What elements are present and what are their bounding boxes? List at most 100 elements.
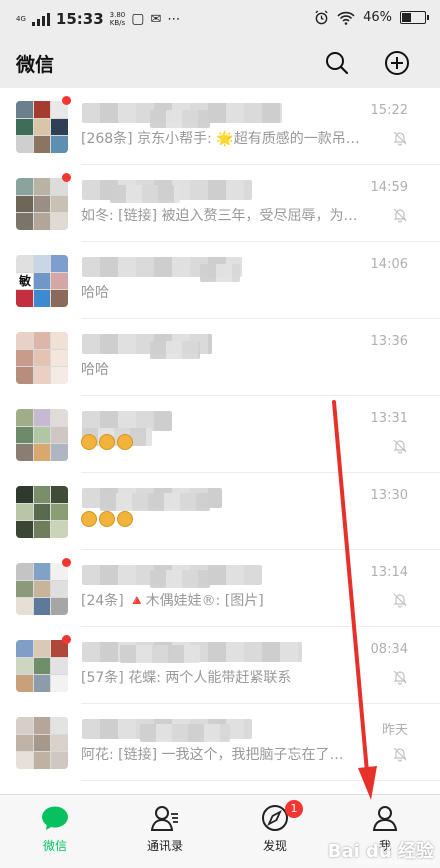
chat-bubble-icon: [42, 806, 68, 830]
chat-time: 08:34: [370, 642, 408, 657]
chat-preview: 哈哈: [81, 285, 109, 301]
avatar-label: 敏: [18, 274, 31, 288]
avatar-tile: [33, 367, 50, 384]
mosaic-overlay: [110, 185, 180, 203]
chat-row[interactable]: [268条] 京东小帮手: 🌟超有质感的一款吊带… 15:22: [0, 88, 440, 165]
chat-row[interactable]: 如冬: [链接] 被迫入赘三年，受尽屈辱，为了… 14:59: [0, 165, 440, 242]
chat-row[interactable]: 敏哈哈 14:06: [0, 242, 440, 319]
mosaic-overlay: [150, 110, 210, 128]
chat-preview: [57条] 花蝶: 两个人能带赶紧联系: [81, 670, 292, 686]
avatar-tile: [33, 178, 50, 195]
chat-row[interactable]: 13:30: [0, 473, 440, 550]
avatar-tile: [16, 136, 33, 153]
group-avatar: [16, 178, 68, 230]
contacts-icon: [150, 806, 178, 831]
unread-dot: [62, 558, 71, 567]
chat-time: 昨天: [381, 723, 408, 738]
avatar-tile: [51, 213, 68, 230]
avatar-tile: [16, 598, 33, 615]
more-notifications-icon: ⋯: [167, 11, 181, 27]
avatar-tile: [16, 118, 33, 135]
mute-bell-icon: [393, 131, 407, 146]
chat-row[interactable]: 哈哈 13:36: [0, 319, 440, 396]
avatar-tile: [16, 332, 33, 349]
chat-preview: [268条] 京东小帮手: 🌟超有质感的一款吊带…: [81, 131, 371, 147]
unread-dot: [62, 635, 71, 644]
chat-row[interactable]: 13:31: [0, 396, 440, 473]
chat-preview: [24条] 🔺木偶娃娃®: [图片]: [81, 593, 264, 609]
avatar-tile: [51, 657, 68, 674]
avatar-tile: [16, 675, 33, 692]
mute-bell-icon: [393, 670, 407, 685]
chat-row[interactable]: 阿花: [链接] 一我这个，我把脑子忘在了… 昨天: [0, 704, 440, 781]
search-icon[interactable]: [322, 48, 352, 78]
clock: 15:33: [55, 10, 104, 28]
avatar-tile: [16, 213, 33, 230]
mosaic-overlay: [140, 724, 230, 742]
avatar-tile: [33, 444, 50, 461]
avatar-tile: [51, 598, 68, 615]
group-avatar: [16, 640, 68, 692]
avatar-tile: [33, 426, 50, 443]
avatar-tile: [16, 367, 33, 384]
plus-circle-icon[interactable]: [382, 48, 412, 78]
avatar-tile: [16, 195, 33, 212]
chat-row[interactable]: [57条] 花蝶: 两个人能带赶紧联系 08:34: [0, 627, 440, 704]
avatar-tile: [51, 118, 68, 135]
avatar-tile: [33, 349, 50, 366]
emoji-preview: [81, 434, 133, 450]
mute-bell-icon: [393, 208, 407, 223]
avatar-tile: [33, 734, 50, 751]
emoji-icon: [117, 434, 133, 450]
emoji-icon: [81, 511, 97, 527]
tab-contacts[interactable]: 通讯录: [110, 795, 220, 868]
avatar-tile: [16, 409, 33, 426]
discover-badge: 1: [285, 800, 303, 818]
group-avatar: [16, 101, 68, 153]
message-notification-icon: ▢: [131, 11, 145, 27]
email-notification-icon: ✉: [150, 11, 162, 27]
avatar-tile: [33, 640, 50, 657]
avatar-tile: [33, 213, 50, 230]
group-avatar: [16, 332, 68, 384]
avatar-tile: [16, 178, 33, 195]
chat-preview: 如冬: [链接] 被迫入赘三年，受尽屈辱，为了…: [81, 208, 371, 224]
avatar-tile: [33, 486, 50, 503]
avatar-tile: [33, 563, 50, 580]
chat-row[interactable]: [24条] 🔺木偶娃娃®: [图片] 13:14: [0, 550, 440, 627]
unread-dot: [62, 96, 71, 105]
avatar-tile: [33, 657, 50, 674]
avatar-tile: [33, 521, 50, 538]
chat-time: 14:59: [370, 180, 408, 195]
avatar-tile: [33, 136, 50, 153]
avatar-tile: [33, 101, 50, 118]
avatar-tile: [16, 349, 33, 366]
emoji-icon: [117, 511, 133, 527]
avatar-tile: [16, 444, 33, 461]
person-icon: [372, 806, 398, 831]
avatar-tile: [51, 675, 68, 692]
chat-time: 13:36: [370, 334, 408, 349]
avatar-tile: [51, 349, 68, 366]
avatar-tile: [33, 195, 50, 212]
battery-percent: 46%: [363, 10, 392, 25]
avatar-tile: [51, 272, 68, 289]
mosaic-overlay: [150, 341, 200, 359]
page-title: 微信: [16, 54, 55, 76]
tab-discover[interactable]: 1 发现: [220, 795, 330, 868]
mute-bell-icon: [393, 593, 407, 608]
chat-preview: 哈哈: [81, 362, 109, 378]
tab-label: 微信: [42, 839, 67, 853]
avatar-tile: [33, 409, 50, 426]
signal-icon: [31, 12, 50, 26]
emoji-preview: [81, 511, 133, 527]
tab-chats[interactable]: 微信: [0, 795, 110, 868]
avatar-tile: [33, 675, 50, 692]
avatar-tile: [51, 717, 68, 734]
avatar-tile: [51, 503, 68, 520]
avatar-tile: [16, 101, 33, 118]
avatar-tile: [51, 486, 68, 503]
mute-bell-icon: [393, 439, 407, 454]
avatar-tile: [33, 598, 50, 615]
alarm-icon: [315, 10, 328, 25]
